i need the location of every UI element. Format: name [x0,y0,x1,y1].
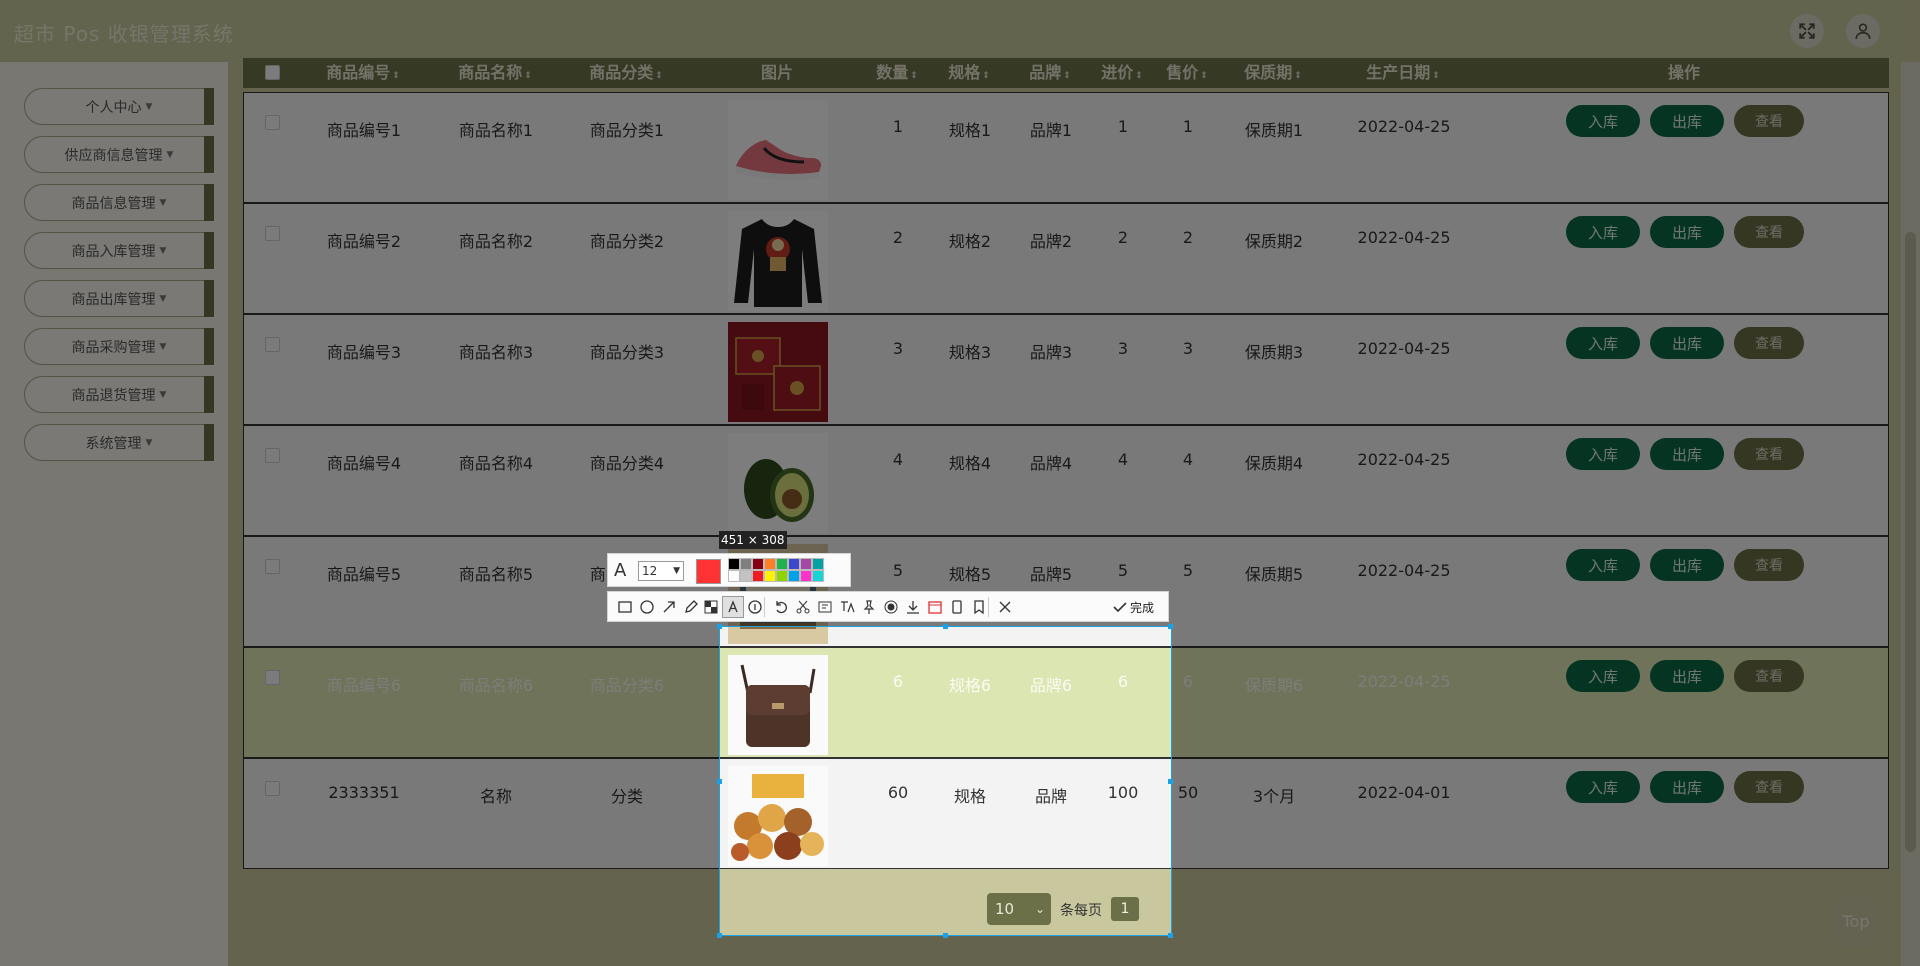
current-color-swatch[interactable] [696,559,721,584]
resize-handle-e[interactable] [1168,779,1173,784]
color-swatch[interactable] [800,558,812,570]
annotation-toolbar: 完成 [607,591,1169,622]
number-icon[interactable] [744,596,766,618]
color-swatch[interactable] [740,558,752,570]
resize-handle-s[interactable] [943,933,948,938]
app-root: 超市 Pos 收银管理系统 个人中心▼ 供应商信息管理▼ 商品信息管理▼ 商品入… [0,0,1920,966]
color-swatch[interactable] [776,570,788,582]
color-swatch[interactable] [788,570,800,582]
color-swatch[interactable] [764,558,776,570]
done-button[interactable]: 完成 [1112,596,1154,618]
close-icon[interactable] [994,596,1016,618]
selection-size-label: 451 × 308 [719,531,787,549]
toolbar-separator [764,597,765,617]
toolbar-separator [988,597,989,617]
arrow-icon[interactable] [658,596,680,618]
mosaic-icon[interactable] [700,596,722,618]
pin-icon[interactable] [858,596,880,618]
font-icon: A [614,560,627,581]
resize-handle-sw[interactable] [717,933,722,938]
undo-icon[interactable] [770,596,792,618]
bookmark-icon[interactable] [968,596,990,618]
font-size-select[interactable]: 12 ▼ [638,561,684,581]
scissors-icon[interactable] [792,596,814,618]
color-swatch[interactable] [728,558,740,570]
color-swatch[interactable] [812,570,824,582]
color-swatch[interactable] [776,558,788,570]
color-swatch[interactable] [752,558,764,570]
resize-handle-nw[interactable] [717,624,722,629]
color-swatch[interactable] [728,570,740,582]
resize-handle-w[interactable] [717,779,722,784]
check-icon [1113,602,1127,613]
resize-handle-ne[interactable] [1168,624,1173,629]
rectangle-icon[interactable] [614,596,636,618]
download-icon[interactable] [902,596,924,618]
translate-icon[interactable] [836,596,858,618]
selection-border [719,626,1172,936]
color-swatch[interactable] [800,570,812,582]
color-swatch[interactable] [752,570,764,582]
color-swatch[interactable] [740,570,752,582]
pencil-icon[interactable] [680,596,702,618]
color-swatch[interactable] [788,558,800,570]
ellipse-icon[interactable] [636,596,658,618]
font-size-value: 12 [642,564,658,578]
phone-icon[interactable] [946,596,968,618]
done-label: 完成 [1130,600,1155,615]
text-icon[interactable] [722,596,744,618]
ocr-icon[interactable] [814,596,836,618]
color-swatch[interactable] [764,570,776,582]
calendar-icon[interactable] [924,596,946,618]
chevron-down-icon: ▼ [673,566,680,576]
text-style-toolbar: A 12 ▼ [607,553,851,587]
resize-handle-se[interactable] [1168,933,1173,938]
resize-handle-n[interactable] [943,624,948,629]
record-icon[interactable] [880,596,902,618]
color-swatch[interactable] [812,558,824,570]
